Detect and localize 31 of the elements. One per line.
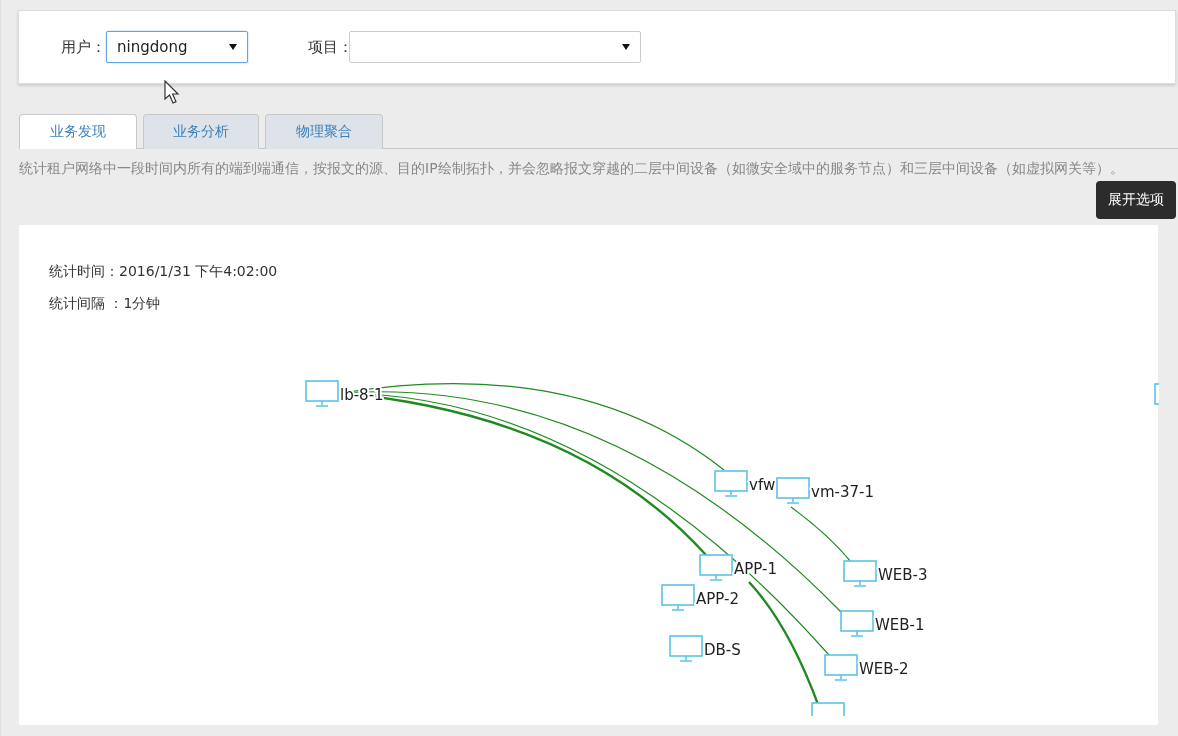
monitor-icon[interactable] xyxy=(843,560,877,587)
node-label: WEB-2 xyxy=(859,660,909,678)
dropdown[interactable]: ningdong xyxy=(106,31,248,63)
tab[interactable]: 物理聚合 xyxy=(265,114,383,149)
dropdown[interactable] xyxy=(349,31,641,63)
filter-label: 项目： xyxy=(308,37,353,57)
node-label: vfw xyxy=(749,476,776,494)
stat-text: 统计时间：2016/1/31 下午4:02:00 xyxy=(49,263,279,281)
expand-options-button[interactable]: 展开选项 xyxy=(1096,181,1176,219)
monitor-icon[interactable] xyxy=(661,584,695,611)
caret-icon xyxy=(229,44,237,50)
description-text: 统计租户网络中一段时间内所有的端到端通信，按报文的源、目的IP绘制拓扑，并会忽略报文穿越的二层中间设备（如微安全域中的服务节点）和三层中间设备（如虚拟网关等）。 xyxy=(19,159,1125,178)
node-label: APP-2 xyxy=(696,590,739,608)
stat-text: 统计间隔 ：1分钟 xyxy=(49,295,162,313)
monitor-icon[interactable] xyxy=(776,477,810,504)
node-label: WEB-3 xyxy=(878,566,928,584)
node-label: WEB-1 xyxy=(875,616,925,634)
monitor-icon[interactable] xyxy=(840,610,874,637)
filter-label: 用户： xyxy=(61,37,106,57)
monitor-icon[interactable] xyxy=(669,635,703,662)
monitor-icon[interactable] xyxy=(714,470,748,497)
node-label: DB-S xyxy=(704,641,741,659)
monitor-icon[interactable] xyxy=(824,654,858,681)
monitor-icon[interactable] xyxy=(699,554,733,581)
monitor-icon[interactable] xyxy=(811,702,845,716)
node-label: vm-37-1 xyxy=(811,483,874,501)
monitor-icon[interactable] xyxy=(305,380,339,407)
monitor-icon[interactable] xyxy=(1154,383,1159,405)
tab[interactable]: 业务分析 xyxy=(143,114,259,149)
caret-icon xyxy=(622,44,630,50)
tab[interactable]: 业务发现 xyxy=(19,114,137,149)
